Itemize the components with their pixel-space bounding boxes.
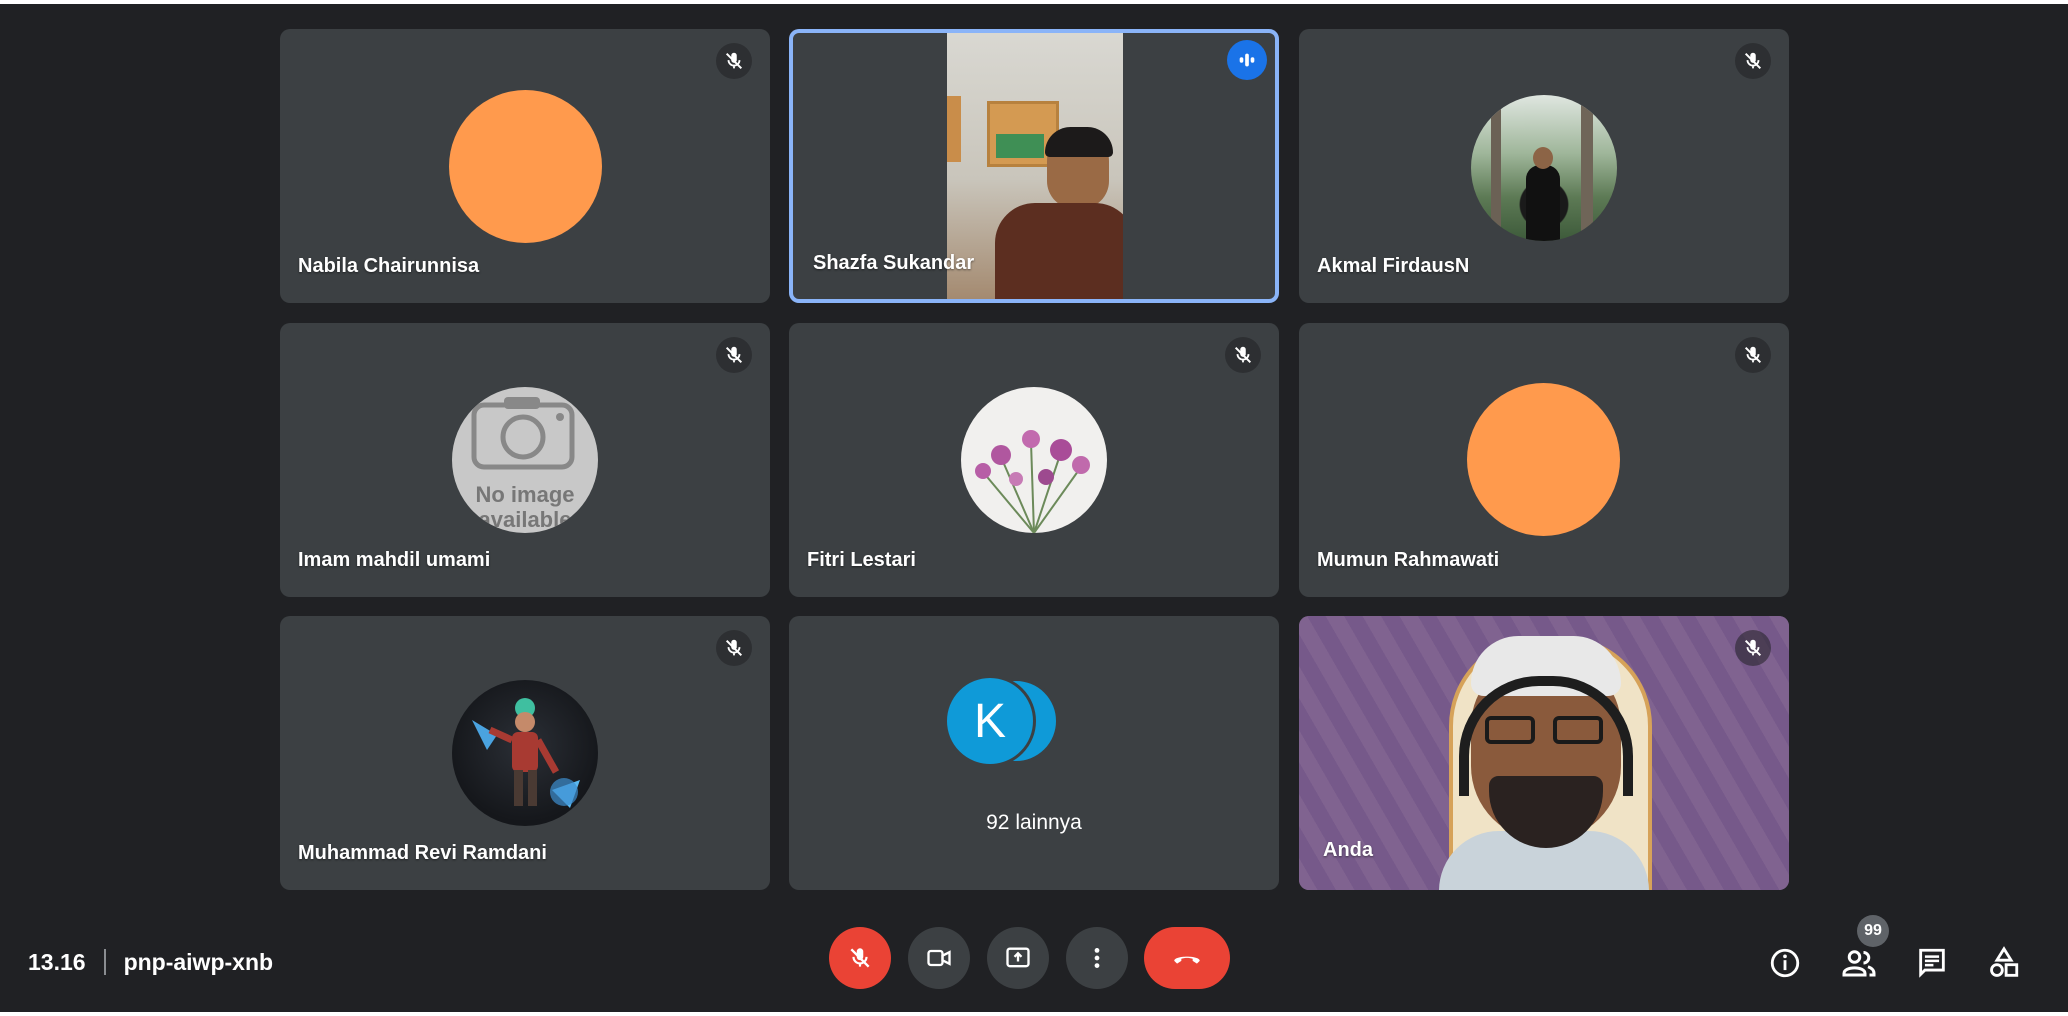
- others-tile[interactable]: K 92 lainnya: [789, 616, 1279, 890]
- avatar-initial: K: [973, 694, 1006, 748]
- mic-off-icon: [1735, 43, 1771, 79]
- person-hair: [1045, 127, 1113, 157]
- people-icon: [1842, 950, 1876, 977]
- people-count-badge: 99: [1857, 915, 1889, 947]
- activities-button[interactable]: [1978, 937, 2030, 989]
- more-options-button[interactable]: [1066, 927, 1128, 989]
- present-screen-button[interactable]: [987, 927, 1049, 989]
- participant-tile-active[interactable]: Shazfa Sukandar: [789, 29, 1279, 303]
- participant-tile[interactable]: Akmal FirdausN: [1299, 29, 1789, 303]
- wall-painting-1: [947, 96, 961, 162]
- participant-name: Nabila Chairunnisa: [298, 255, 480, 277]
- participant-tile[interactable]: Muhammad Revi Ramdani: [280, 616, 770, 890]
- participant-tile[interactable]: No image available Imam mahdil umami: [280, 323, 770, 597]
- orange-circle-avatar: [449, 90, 602, 243]
- shapes-icon: [1990, 946, 2019, 977]
- flowers-photo-avatar: [961, 387, 1107, 533]
- participant-name: Mumun Rahmawati: [1317, 549, 1500, 571]
- mic-off-icon: [850, 948, 870, 968]
- speaking-indicator-icon: [1227, 40, 1267, 80]
- chat-button[interactable]: [1906, 937, 1958, 989]
- mic-off-icon: [716, 337, 752, 373]
- meeting-info: 13.16 pnp-aiwp-xnb: [28, 938, 273, 986]
- camera-icon: [470, 395, 576, 471]
- meet-app: Nabila Chairunnisa Shazfa Sukandar Akmal…: [0, 4, 2068, 1012]
- participant-name: Fitri Lestari: [807, 549, 916, 571]
- mic-off-icon: [1735, 630, 1771, 666]
- participant-name: Shazfa Sukandar: [813, 252, 975, 274]
- mic-off-icon: [716, 630, 752, 666]
- no-image-text: No image: [475, 482, 575, 507]
- participant-tile[interactable]: Mumun Rahmawati: [1299, 323, 1789, 597]
- participant-tile[interactable]: Fitri Lestari: [789, 323, 1279, 597]
- mic-off-icon: [716, 43, 752, 79]
- info-icon: [1770, 948, 1800, 978]
- self-tile[interactable]: Anda: [1299, 616, 1789, 890]
- participant-name: Muhammad Revi Ramdani: [298, 842, 547, 864]
- clock-time: 13.16: [28, 948, 86, 975]
- meeting-code: pnp-aiwp-xnb: [123, 948, 274, 975]
- leave-call-button[interactable]: [1144, 927, 1230, 989]
- people-button[interactable]: 99: [1833, 915, 1889, 989]
- participant-name: Akmal FirdausN: [1317, 255, 1470, 277]
- orange-circle-avatar: [1467, 383, 1620, 536]
- no-image-text: available: [478, 507, 572, 532]
- meeting-details-button[interactable]: [1759, 937, 1811, 989]
- mic-toggle-button[interactable]: [829, 927, 891, 989]
- person-body: [995, 203, 1123, 299]
- present-icon: [1006, 947, 1030, 968]
- game-character-avatar: [452, 680, 598, 826]
- video-camera-icon: [927, 949, 951, 967]
- self-name: Anda: [1323, 839, 1373, 861]
- no-image-placeholder: No image available: [452, 387, 598, 533]
- chat-icon: [1919, 948, 1945, 978]
- others-count-label: 92 lainnya: [986, 811, 1082, 834]
- camera-toggle-button[interactable]: [908, 927, 970, 989]
- participant-name: Imam mahdil umami: [298, 549, 491, 571]
- separator: [103, 949, 106, 975]
- mic-off-icon: [1735, 337, 1771, 373]
- forest-photo-avatar: [1471, 95, 1617, 241]
- participant-tile[interactable]: Nabila Chairunnisa: [280, 29, 770, 303]
- more-vert-icon: [1094, 948, 1100, 968]
- mic-off-icon: [1225, 337, 1261, 373]
- initial-avatar: K: [944, 675, 1036, 767]
- hang-up-icon: [1174, 956, 1200, 964]
